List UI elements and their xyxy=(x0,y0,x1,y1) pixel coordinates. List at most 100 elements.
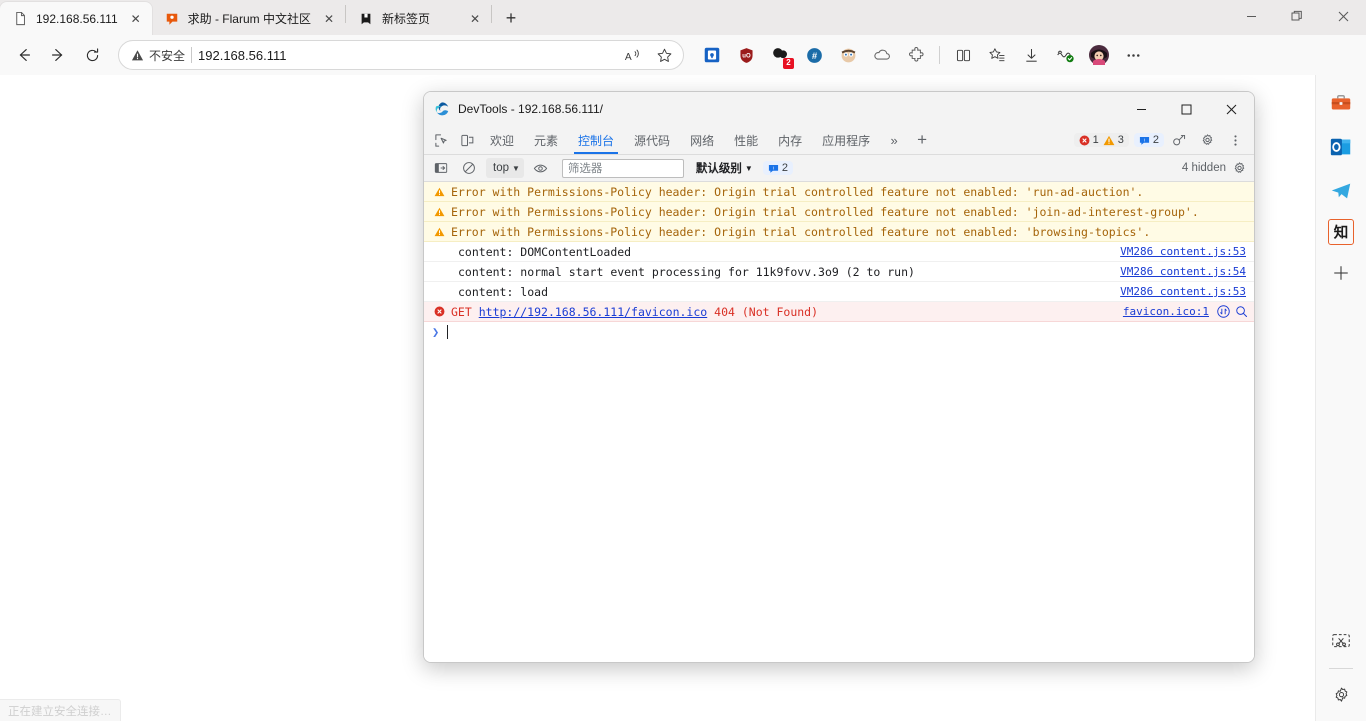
address-bar-text[interactable]: 192.168.56.111 xyxy=(198,48,613,63)
console-row-warning[interactable]: Error with Permissions-Policy header: Or… xyxy=(424,202,1254,222)
toolbar-divider xyxy=(939,46,940,64)
devtools-maximize-button[interactable] xyxy=(1164,92,1209,126)
read-aloud-icon[interactable]: A xyxy=(619,42,645,68)
warning-triangle-icon xyxy=(432,207,446,217)
issue-counters[interactable]: 1 3 xyxy=(1073,133,1129,147)
split-screen-icon[interactable] xyxy=(947,39,979,71)
downloads-icon[interactable] xyxy=(1015,39,1047,71)
outlook-icon[interactable] xyxy=(1325,131,1357,163)
avatar-extension-icon[interactable] xyxy=(832,39,864,71)
telegram-icon[interactable] xyxy=(1325,175,1357,207)
error-counter[interactable]: 1 xyxy=(1079,134,1099,146)
star-icon[interactable] xyxy=(651,42,677,68)
console-source-link[interactable]: VM286 content.js:54 xyxy=(1120,265,1254,278)
screenshot-tool-icon[interactable] xyxy=(1325,626,1357,658)
puzzle-extensions-icon[interactable] xyxy=(900,39,932,71)
collections-icon[interactable] xyxy=(696,39,728,71)
execution-context-selector[interactable]: top ▼ xyxy=(486,158,524,178)
devtools-tab-performance[interactable]: 性能 xyxy=(724,126,768,154)
devtools-tab-console[interactable]: 控制台 xyxy=(568,126,624,154)
tab-close-button[interactable]: ✕ xyxy=(126,9,146,29)
console-error-text: GET http://192.168.56.111/favicon.ico 40… xyxy=(451,305,1123,319)
console-settings-gear-icon[interactable] xyxy=(1232,161,1247,176)
console-filter-input[interactable]: 筛选器 xyxy=(561,158,684,178)
console-row-error[interactable]: GET http://192.168.56.111/favicon.ico 40… xyxy=(424,302,1254,322)
restore-button[interactable] xyxy=(1274,0,1320,32)
sidebar-apps-rail: 知 xyxy=(1315,75,1366,721)
more-tabs-icon[interactable]: » xyxy=(880,133,908,148)
extension-badge: 2 xyxy=(783,58,794,69)
profile-avatar-icon[interactable] xyxy=(1083,39,1115,71)
security-label: 不安全 xyxy=(149,48,186,63)
devtools-tab-welcome[interactable]: 欢迎 xyxy=(480,126,524,154)
tab-close-button[interactable]: ✕ xyxy=(465,9,485,29)
console-source-link[interactable]: VM286 content.js:53 xyxy=(1120,245,1254,258)
security-warning[interactable]: 不安全 xyxy=(131,47,185,64)
hash-extension-icon[interactable]: # xyxy=(798,39,830,71)
forward-button[interactable] xyxy=(42,39,74,71)
devtools-tab-application[interactable]: 应用程序 xyxy=(812,126,880,154)
console-row-log[interactable]: content: normal start event processing f… xyxy=(424,262,1254,282)
add-sidebar-app-icon[interactable] xyxy=(1325,257,1357,289)
console-sidebar-icon[interactable] xyxy=(428,156,454,180)
console-message-count: 2 xyxy=(781,162,788,174)
log-level-label: 默认级别 xyxy=(695,163,742,175)
live-expression-eye-icon[interactable] xyxy=(528,156,554,180)
dark-reader-icon[interactable]: 2 xyxy=(764,39,796,71)
console-message-count-pill[interactable]: i 2 xyxy=(762,161,793,175)
cloud-extension-icon[interactable] xyxy=(866,39,898,71)
inspect-element-icon[interactable] xyxy=(428,128,454,152)
minimize-button[interactable] xyxy=(1228,0,1274,32)
console-row-log[interactable]: content: DOMContentLoaded VM286 content.… xyxy=(424,242,1254,262)
ublock-origin-icon[interactable]: uO xyxy=(730,39,762,71)
browser-essentials-icon[interactable] xyxy=(1049,39,1081,71)
console-prompt[interactable]: ❯ xyxy=(424,322,1254,342)
browser-tab-3[interactable]: 新标签页 ✕ xyxy=(346,2,491,35)
open-in-network-panel-icon[interactable] xyxy=(1217,305,1230,318)
console-message-list[interactable]: Error with Permissions-Policy header: Or… xyxy=(424,182,1254,662)
devtools-customize-icon[interactable] xyxy=(1166,128,1192,152)
devtools-tab-network[interactable]: 网络 xyxy=(680,126,724,154)
copilot-toolbox-icon[interactable] xyxy=(1325,87,1357,119)
devtools-close-button[interactable] xyxy=(1209,92,1254,126)
request-url-link[interactable]: http://192.168.56.111/favicon.ico xyxy=(479,305,707,319)
devtools-tab-memory[interactable]: 内存 xyxy=(768,126,812,154)
back-button[interactable] xyxy=(8,39,40,71)
console-error-actions xyxy=(1217,305,1254,318)
devtools-more-options-icon[interactable] xyxy=(1222,128,1248,152)
devtools-tab-sources[interactable]: 源代码 xyxy=(624,126,680,154)
console-row-log[interactable]: content: load VM286 content.js:53 xyxy=(424,282,1254,302)
tab-close-button[interactable]: ✕ xyxy=(319,9,339,29)
browser-tab-2[interactable]: 求助 - Flarum 中文社区 ✕ xyxy=(152,2,345,35)
edge-logo-icon xyxy=(434,101,450,117)
sidebar-settings-icon[interactable] xyxy=(1325,679,1357,711)
reload-button[interactable] xyxy=(76,39,108,71)
devtools-minimize-button[interactable] xyxy=(1119,92,1164,126)
warning-counter[interactable]: 3 xyxy=(1103,134,1124,146)
message-counter[interactable]: i 2 xyxy=(1133,133,1164,147)
console-source-link[interactable]: favicon.ico:1 xyxy=(1123,305,1217,318)
prompt-arrow-icon: ❯ xyxy=(432,325,440,339)
zhihu-icon[interactable]: 知 xyxy=(1328,219,1354,245)
console-row-warning[interactable]: Error with Permissions-Policy header: Or… xyxy=(424,222,1254,242)
search-icon[interactable] xyxy=(1235,305,1248,318)
devtools-settings-gear-icon[interactable] xyxy=(1194,128,1220,152)
devtools-tab-bar-right: 1 3 i 2 xyxy=(1073,128,1250,152)
settings-and-more-icon[interactable] xyxy=(1117,39,1149,71)
tab-label: 网络 xyxy=(690,133,715,148)
favorites-icon[interactable] xyxy=(981,39,1013,71)
console-row-warning[interactable]: Error with Permissions-Policy header: Or… xyxy=(424,182,1254,202)
error-circle-icon xyxy=(432,306,446,317)
new-tab-button[interactable]: + xyxy=(496,3,526,33)
browser-tab-1[interactable]: 192.168.56.111 ✕ xyxy=(0,2,152,35)
device-toolbar-icon[interactable] xyxy=(454,128,480,152)
console-source-link[interactable]: VM286 content.js:53 xyxy=(1120,285,1254,298)
clear-console-icon[interactable] xyxy=(456,156,482,180)
address-bar[interactable]: 不安全 192.168.56.111 A xyxy=(118,40,684,70)
close-button[interactable] xyxy=(1320,0,1366,32)
tab-strip: 192.168.56.111 ✕ 求助 - Flarum 中文社区 ✕ 新标签页… xyxy=(0,0,1366,35)
page-icon xyxy=(12,11,28,27)
devtools-tab-elements[interactable]: 元素 xyxy=(524,126,568,154)
add-panel-button[interactable]: + xyxy=(908,130,936,150)
log-level-selector[interactable]: 默认级别 ▼ xyxy=(696,160,753,176)
